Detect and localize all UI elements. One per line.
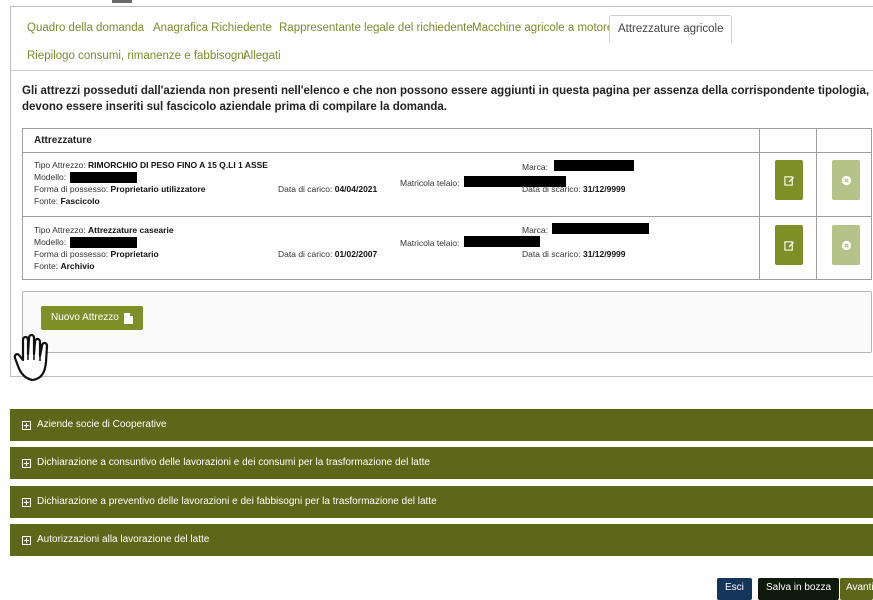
modello-label: Modello: — [34, 172, 67, 182]
attrezzature-table: Attrezzature Tipo Attrezzo: RIMORCHIO DI… — [22, 128, 872, 280]
tipo-attrezzo: Tipo Attrezzo: RIMORCHIO DI PESO FINO A … — [34, 160, 268, 170]
delete-button[interactable] — [832, 160, 860, 200]
data-scarico: Data di scarico: 31/12/9999 — [522, 249, 626, 259]
plus-square-icon — [22, 497, 31, 507]
delete-icon — [841, 240, 851, 250]
nuovo-attrezzo-button[interactable]: Nuovo Attrezzo — [41, 306, 143, 330]
tab-quadro-domanda[interactable]: Quadro della domanda — [19, 15, 152, 43]
edit-button[interactable] — [775, 225, 803, 265]
edit-button[interactable] — [775, 160, 803, 200]
accordion-autorizzazioni[interactable]: Autorizzazioni alla lavorazione del latt… — [10, 524, 873, 556]
hand-pointer-icon — [13, 333, 49, 382]
accordion-aziende-socie[interactable]: Aziende socie di Cooperative — [10, 409, 873, 441]
accordion-label: Dichiarazione a preventivo delle lavoraz… — [37, 496, 437, 507]
tab-anagrafica-richiedente[interactable]: Anagrafica Richiedente — [145, 15, 280, 43]
edit-icon — [783, 175, 794, 186]
accordion-dichiarazione-preventivo[interactable]: Dichiarazione a preventivo delle lavoraz… — [10, 486, 873, 518]
redacted-modello — [70, 172, 137, 183]
modello-label: Modello: — [34, 237, 67, 247]
tabs-divider — [11, 70, 873, 71]
tab-rappresentante-legale[interactable]: Rappresentante legale del richiedente — [271, 15, 481, 43]
plus-square-icon — [22, 420, 31, 430]
plus-square-icon — [22, 458, 31, 468]
notice-text: Gli attrezzi posseduti dall'azienda non … — [22, 85, 870, 113]
accordion-label: Dichiarazione a consuntivo delle lavoraz… — [37, 457, 430, 468]
tab-allegati[interactable]: Allegati — [235, 43, 289, 71]
table-header-label: Attrezzature — [34, 135, 92, 146]
top-scroll-indicator — [112, 0, 132, 3]
fonte: Fonte: Archivio — [34, 261, 95, 271]
tab-macchine-agricole[interactable]: Macchine agricole a motore — [464, 15, 621, 43]
redacted-matricola — [464, 236, 540, 247]
data-scarico: Data di scarico: 31/12/9999 — [522, 184, 626, 194]
tab-panel: Quadro della domanda Anagrafica Richiede… — [10, 6, 873, 377]
accordion-label: Aziende socie di Cooperative — [37, 419, 167, 430]
accordion-dichiarazione-consuntivo[interactable]: Dichiarazione a consuntivo delle lavoraz… — [10, 447, 873, 479]
data-carico: Data di carico: 01/02/2007 — [278, 249, 378, 259]
table-header: Attrezzature — [23, 129, 871, 153]
matricola-label: Matricola telaio: — [400, 178, 460, 188]
redacted-marca — [554, 160, 634, 171]
fonte: Fonte: Fascicolo — [34, 196, 100, 206]
table-row: Tipo Attrezzo: RIMORCHIO DI PESO FINO A … — [23, 153, 871, 217]
tab-riepilogo-consumi[interactable]: Riepilogo consumi, rimanenze e fabbisogn… — [19, 43, 254, 71]
table-row: Tipo Attrezzo: Attrezzature casearie Mod… — [23, 218, 871, 280]
plus-square-icon — [22, 535, 31, 545]
tabs-row-2: Riepilogo consumi, rimanenze e fabbisogn… — [11, 47, 873, 69]
tipo-attrezzo: Tipo Attrezzo: Attrezzature casearie — [34, 225, 174, 235]
marca-label: Marca: — [522, 225, 548, 235]
new-attrezzo-panel: Nuovo Attrezzo — [22, 291, 872, 353]
redacted-marca — [552, 223, 649, 234]
forma-possesso: Forma di possesso: Proprietario — [34, 249, 159, 259]
data-carico: Data di carico: 04/04/2021 — [278, 184, 378, 194]
delete-button[interactable] — [832, 225, 860, 265]
salva-bozza-button[interactable]: Salva in bozza — [758, 578, 840, 600]
forma-possesso: Forma di possesso: Proprietario utilizza… — [34, 184, 206, 194]
edit-icon — [783, 240, 794, 251]
accordion-label: Autorizzazioni alla lavorazione del latt… — [37, 534, 210, 545]
nuovo-attrezzo-label: Nuovo Attrezzo — [51, 312, 119, 323]
matricola-label: Matricola telaio: — [400, 238, 460, 248]
file-icon — [123, 312, 133, 324]
delete-icon — [841, 175, 851, 185]
avanti-button[interactable]: Avanti — [840, 578, 873, 600]
marca-label: Marca: — [522, 162, 548, 172]
esci-button[interactable]: Esci — [717, 578, 752, 600]
tabs-row-1: Quadro della domanda Anagrafica Richiede… — [11, 15, 873, 43]
tab-attrezzature-agricole[interactable]: Attrezzature agricole — [609, 15, 733, 43]
redacted-modello — [70, 237, 137, 248]
